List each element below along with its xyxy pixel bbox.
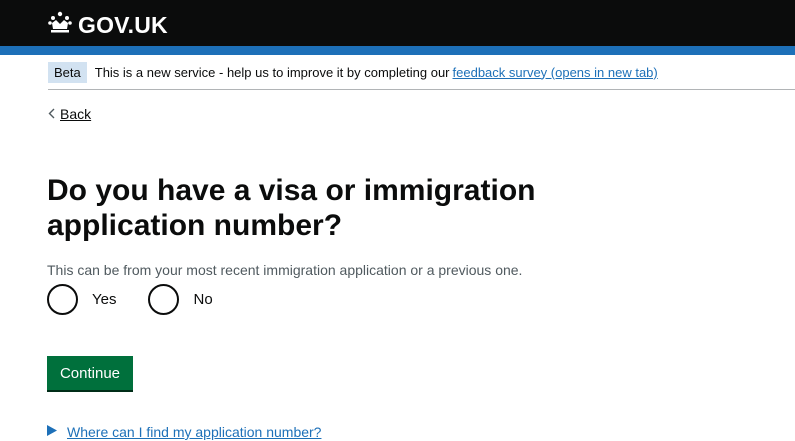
phase-banner: Beta This is a new service - help us to …: [48, 55, 795, 90]
radio-yes-label: Yes: [92, 291, 117, 308]
beta-text: This is a new service - help us to impro…: [94, 64, 450, 80]
header-accent-bar: [0, 46, 795, 55]
site-header: GOV.UK: [0, 0, 795, 46]
continue-button[interactable]: Continue: [47, 356, 133, 390]
logo-text: GOV.UK: [78, 11, 168, 38]
page-title: Do you have a visa or immigration applic…: [47, 174, 536, 242]
chevron-left-icon: [48, 106, 55, 122]
question-hint: This can be from your most recent immigr…: [47, 262, 523, 278]
govuk-logo[interactable]: GOV.UK: [48, 11, 168, 38]
radio-yes-circle[interactable]: [47, 284, 78, 315]
back-label: Back: [60, 106, 92, 122]
back-link[interactable]: Back: [48, 106, 91, 122]
radio-group: Yes No: [47, 284, 213, 315]
radio-no-circle[interactable]: [148, 284, 180, 315]
radio-no[interactable]: No: [148, 284, 213, 315]
feedback-survey-link[interactable]: feedback survey (opens in new tab): [453, 65, 658, 80]
crown-icon: [48, 11, 72, 38]
beta-tag: Beta: [48, 61, 87, 83]
application-number-details[interactable]: Where can I find my application number?: [47, 423, 321, 441]
details-summary[interactable]: Where can I find my application number?: [67, 424, 321, 440]
triangle-right-icon: [47, 423, 57, 441]
radio-no-label: No: [193, 291, 213, 308]
radio-yes[interactable]: Yes: [47, 284, 116, 315]
